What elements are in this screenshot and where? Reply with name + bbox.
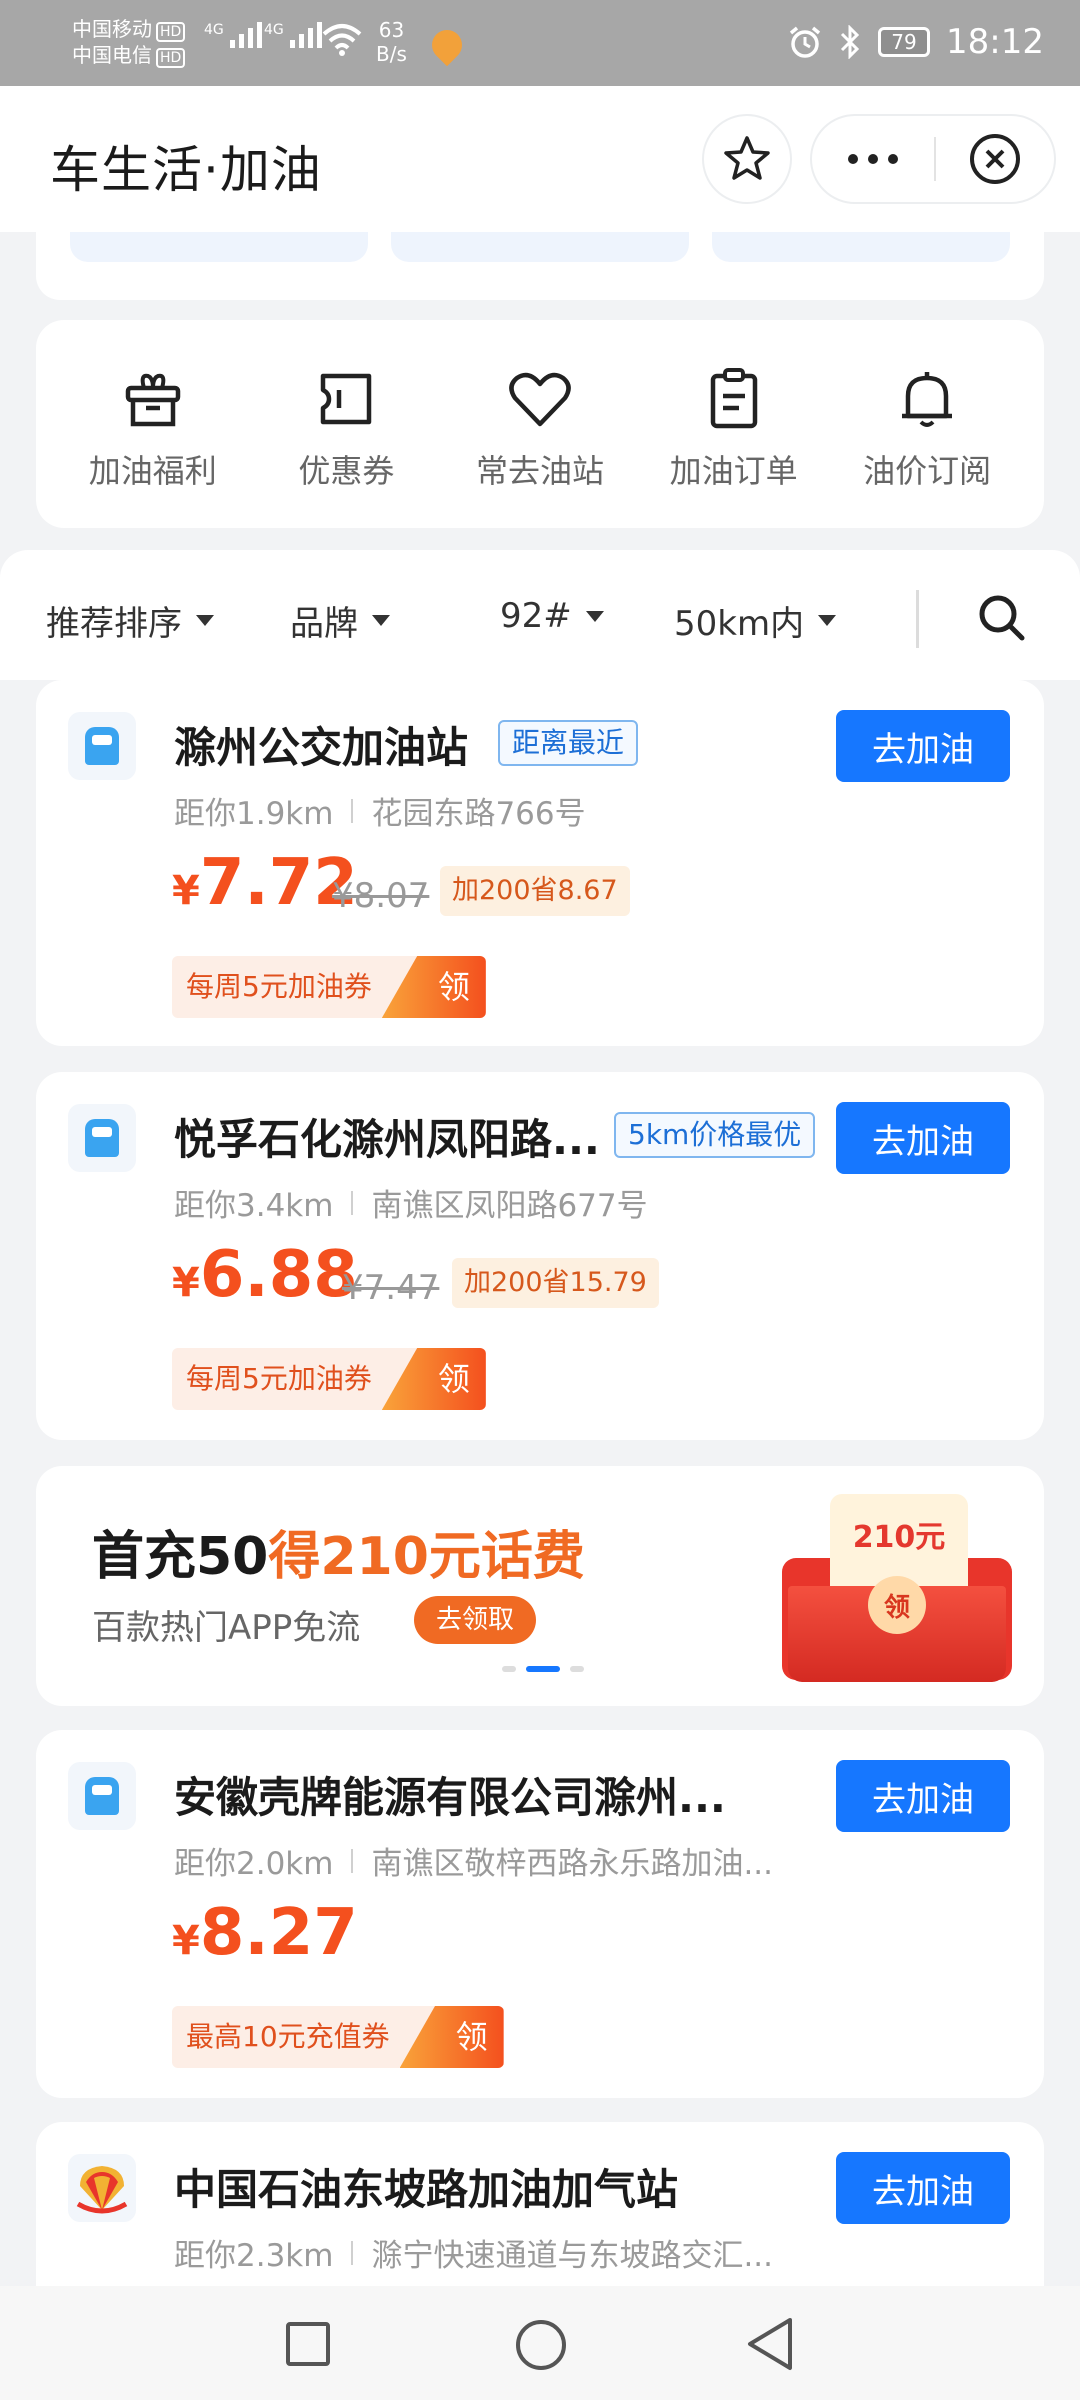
station-name: 安徽壳牌能源有限公司滁州... — [174, 1773, 726, 1822]
caret-down-icon — [372, 615, 390, 626]
heart-icon — [509, 372, 571, 427]
promo-banner[interactable]: 首充50得210元话费 百款热门APP免流 去领取 210元 领 — [36, 1466, 1044, 1706]
more-icon — [848, 154, 858, 164]
carrier-info: 中国移动 HD 中国电信 HD — [72, 16, 186, 68]
station-card[interactable]: 滁州公交加油站 距离最近 去加油 距你1.9km 花园东路766号 ¥7.72 ¥… — [36, 680, 1044, 1046]
close-icon — [970, 134, 1020, 184]
caret-down-icon — [585, 610, 604, 622]
filter-bar: 推荐排序 品牌 92# 50km内 — [0, 550, 1080, 680]
star-icon — [724, 136, 770, 180]
station-logo — [68, 2154, 136, 2222]
gift-icon — [125, 373, 181, 427]
station-address: 距你2.0km 南谯区敬梓西路永乐路加油... — [174, 1846, 774, 1882]
station-logo — [68, 712, 136, 780]
search-icon[interactable] — [976, 592, 1028, 644]
station-address: 距你3.4km 南谯区凤阳路677号 — [174, 1188, 648, 1224]
station-address: 距你2.3km 滁宁快速通道与东坡路交汇... — [174, 2238, 774, 2274]
carrier-1: 中国移动 — [72, 17, 152, 41]
quick-entries: 加油福利 优惠券 常去油站 加油订单 油价订阅 — [36, 320, 1044, 528]
station-tag: 5km价格最优 — [614, 1112, 816, 1158]
distance-filter[interactable]: 50km内 — [674, 596, 837, 645]
fuel-type-filter[interactable]: 92# — [500, 596, 604, 636]
go-refuel-button[interactable]: 去加油 — [836, 1102, 1010, 1174]
station-name: 中国石油东坡路加油加气站 — [174, 2165, 679, 2214]
caret-down-icon — [818, 615, 837, 626]
saving-badge: 加200省15.79 — [452, 1258, 659, 1308]
petrochina-logo-icon — [76, 2166, 128, 2214]
bluetooth-icon — [840, 25, 860, 59]
claim-button[interactable]: 去领取 — [414, 1596, 537, 1644]
page-title: 车生活·加油 — [50, 141, 322, 199]
status-bar: 中国移动 HD 中国电信 HD 4G 4G 63 B/s 79 18:12 — [0, 0, 1080, 86]
go-refuel-button[interactable]: 去加油 — [836, 1760, 1010, 1832]
banner-subtitle: 百款热门APP免流 — [92, 1608, 361, 1648]
system-navigation-bar — [0, 2286, 1080, 2400]
fuel-pump-icon — [85, 727, 119, 765]
banner-title: 首充50得210元话费 — [92, 1527, 585, 1587]
mini-program-capsule — [810, 114, 1056, 204]
quick-entry-frequent-stations[interactable]: 常去油站 — [450, 320, 630, 528]
station-address: 距你1.9km 花园东路766号 — [174, 796, 586, 832]
clipboard-icon — [710, 368, 757, 429]
home-button[interactable] — [516, 2320, 566, 2370]
hd-badge: HD — [156, 48, 186, 68]
quick-entry-fuel-benefits[interactable]: 加油福利 — [63, 320, 243, 528]
clock: 18:12 — [946, 22, 1044, 62]
go-refuel-button[interactable]: 去加油 — [836, 710, 1010, 782]
station-name: 悦孚石化滁州凤阳路... — [174, 1115, 600, 1164]
station-price: ¥8.27 — [172, 1896, 358, 1970]
close-button[interactable] — [936, 132, 1054, 186]
station-logo — [68, 1762, 136, 1830]
carrier-2: 中国电信 — [72, 43, 152, 67]
saving-badge: 加200省8.67 — [440, 866, 630, 916]
favorite-button[interactable] — [702, 114, 792, 204]
sort-filter[interactable]: 推荐排序 — [46, 596, 214, 645]
app-header: 车生活·加油 — [0, 86, 1080, 232]
recent-apps-button[interactable] — [286, 2322, 330, 2366]
quick-entry-price-subscription[interactable]: 油价订阅 — [837, 320, 1017, 528]
station-tag: 距离最近 — [498, 720, 639, 766]
fuel-pump-icon — [85, 1777, 119, 1815]
original-price: ¥7.47 — [342, 1268, 440, 1308]
caret-down-icon — [196, 615, 214, 626]
red-envelope-illustration: 210元 领 — [782, 1494, 1012, 1682]
coupon-banner[interactable]: 最高10元充值券 领 — [172, 2006, 504, 2068]
bell-icon — [902, 372, 953, 427]
station-price: ¥6.88 — [172, 1238, 358, 1312]
station-name: 滁州公交加油站 — [174, 723, 469, 772]
quick-entry-coupons[interactable]: 优惠券 — [256, 320, 436, 528]
signal-icon: 4G — [204, 22, 262, 48]
station-logo — [68, 1104, 136, 1172]
app-notification-icon — [425, 23, 469, 67]
ticket-icon — [321, 373, 372, 425]
back-button[interactable] — [744, 2316, 796, 2372]
top-card-partial — [36, 232, 1044, 300]
wifi-icon — [322, 24, 362, 56]
coupon-banner[interactable]: 每周5元加油券 领 — [172, 1348, 486, 1410]
more-button[interactable] — [812, 116, 934, 202]
go-refuel-button[interactable]: 去加油 — [836, 2152, 1010, 2224]
station-card[interactable]: 安徽壳牌能源有限公司滁州... 去加油 距你2.0km 南谯区敬梓西路永乐路加油.… — [36, 1730, 1044, 2098]
coupon-banner[interactable]: 每周5元加油券 领 — [172, 956, 486, 1018]
hd-badge: HD — [156, 22, 186, 42]
station-card[interactable]: 悦孚石化滁州凤阳路... 5km价格最优 去加油 距你3.4km 南谯区凤阳路67… — [36, 1072, 1044, 1440]
signal-icon: 4G — [264, 22, 322, 48]
station-card[interactable]: 中国石油东坡路加油加气站 去加油 距你2.3km 滁宁快速通道与东坡路交汇... — [36, 2122, 1044, 2302]
fuel-pump-icon — [85, 1119, 119, 1157]
station-price: ¥7.72 — [172, 846, 358, 920]
carousel-indicator — [502, 1666, 584, 1672]
brand-filter[interactable]: 品牌 — [290, 596, 390, 645]
original-price: ¥8.07 — [332, 876, 430, 916]
alarm-icon — [789, 26, 821, 58]
battery-icon: 79 — [878, 27, 931, 57]
network-speed: 63 B/s — [376, 18, 407, 66]
quick-entry-orders[interactable]: 加油订单 — [644, 320, 824, 528]
